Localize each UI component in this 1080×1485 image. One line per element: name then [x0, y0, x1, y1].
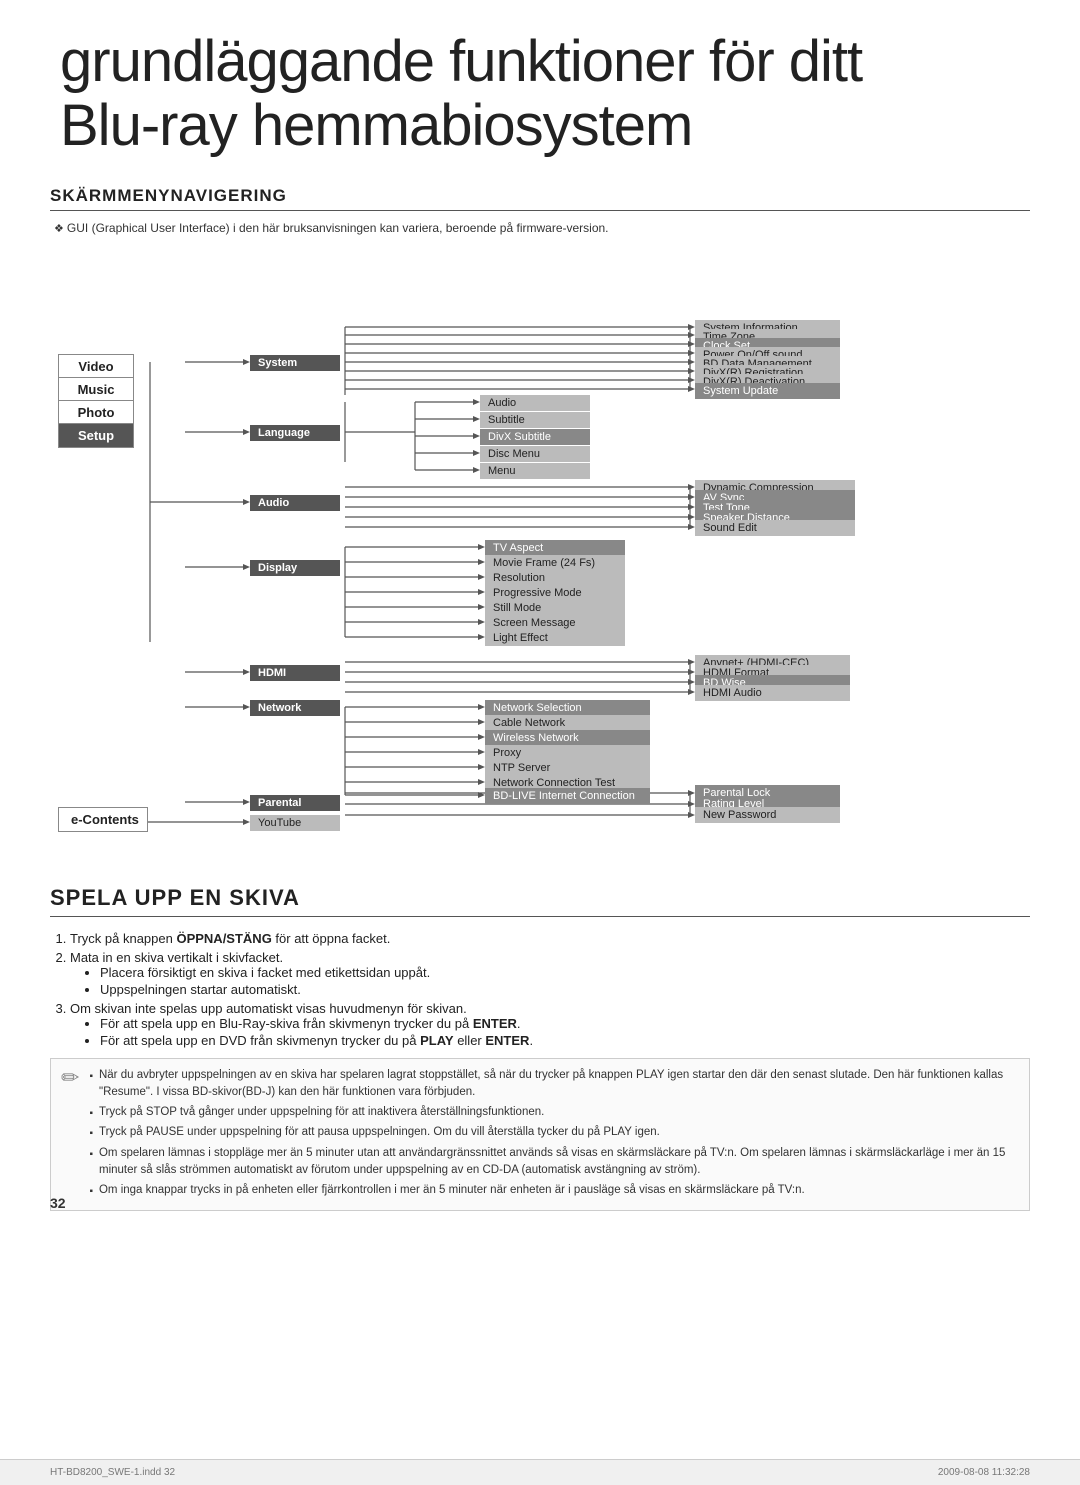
note-3: Tryck på PAUSE under uppspelning för att…: [89, 1124, 1019, 1141]
section1-heading: SKÄRMMENYNAVIGERING: [50, 186, 1030, 211]
menu-wireless: Wireless Network: [485, 730, 650, 746]
menu-cable-net: Cable Network: [485, 715, 650, 731]
menu-display: Display: [250, 560, 340, 576]
nav-econtents[interactable]: e-Contents: [58, 807, 148, 832]
note-4: Om spelaren lämnas i stoppläge mer än 5 …: [89, 1145, 1019, 1180]
menu-screen-msg: Screen Message: [485, 615, 625, 631]
menu-bdlive: BD-LIVE Internet Connection: [485, 788, 650, 804]
menu-network: Network: [250, 700, 340, 716]
nav-setup[interactable]: Setup: [58, 423, 134, 448]
menu-audio-sub: Audio: [480, 395, 590, 411]
step-2: Mata in en skiva vertikalt i skivfacket.…: [70, 950, 1030, 997]
nav-music[interactable]: Music: [58, 377, 134, 402]
step-2a: Placera försiktigt en skiva i facket med…: [100, 965, 1030, 980]
menu-parental: Parental: [250, 795, 340, 811]
menu-tv-aspect: TV Aspect: [485, 540, 625, 556]
nav-photo[interactable]: Photo: [58, 400, 134, 425]
menu-language: Language: [250, 425, 340, 441]
menu-still-mode: Still Mode: [485, 600, 625, 616]
note-box: ✏ När du avbryter uppspelningen av en sk…: [50, 1058, 1030, 1212]
menu-disc-menu: Disc Menu: [480, 446, 590, 462]
menu-diagram: Video Music Photo Setup e-Contents Syste…: [50, 247, 1030, 867]
note-5: Om inga knappar trycks in på enheten ell…: [89, 1182, 1019, 1199]
note-2: Tryck på STOP två gånger under uppspelni…: [89, 1104, 1019, 1121]
menu-ntp-server: NTP Server: [485, 760, 650, 776]
menu-net-sel: Network Selection: [485, 700, 650, 716]
menu-youtube: YouTube: [250, 815, 340, 831]
step-2b: Uppspelningen startar automatiskt.: [100, 982, 1030, 997]
note-1: När du avbryter uppspelningen av en skiv…: [89, 1067, 1019, 1102]
footer-bar: HT-BD8200_SWE-1.indd 32 2009-08-08 11:32…: [0, 1459, 1080, 1485]
nav-video[interactable]: Video: [58, 354, 134, 379]
menu-movie-frame: Movie Frame (24 Fs): [485, 555, 625, 571]
instructions-block: Tryck på knappen ÖPPNA/STÄNG för att öpp…: [50, 931, 1030, 1048]
menu-proxy: Proxy: [485, 745, 650, 761]
menu-sound-edit: Sound Edit: [695, 520, 855, 536]
note-lines: När du avbryter uppspelningen av en skiv…: [89, 1067, 1019, 1203]
step-1: Tryck på knappen ÖPPNA/STÄNG för att öpp…: [70, 931, 1030, 946]
step-3: Om skivan inte spelas upp automatiskt vi…: [70, 1001, 1030, 1048]
page-title: grundläggande funktioner för ditt Blu-ra…: [60, 30, 1030, 158]
menu-progressive: Progressive Mode: [485, 585, 625, 601]
gui-note: GUI (Graphical User Interface) i den här…: [54, 221, 1030, 235]
menu-hdmi: HDMI: [250, 665, 340, 681]
footer-date: 2009-08-08 11:32:28: [938, 1467, 1030, 1478]
menu-hdmi-audio: HDMI Audio: [695, 685, 850, 701]
menu-light-effect: Light Effect: [485, 630, 625, 646]
menu-new-password: New Password: [695, 807, 840, 823]
menu-system-update: System Update: [695, 383, 840, 399]
step-3b: För att spela upp en DVD från skivmenyn …: [100, 1033, 1030, 1048]
section2-heading: SPELA UPP EN SKIVA: [50, 885, 1030, 917]
menu-menu: Menu: [480, 463, 590, 479]
menu-resolution: Resolution: [485, 570, 625, 586]
menu-subtitle: Subtitle: [480, 412, 590, 428]
menu-system: System: [250, 355, 340, 371]
menu-divx-subtitle: DivX Subtitle: [480, 429, 590, 445]
footer-file: HT-BD8200_SWE-1.indd 32: [50, 1467, 175, 1478]
menu-audio: Audio: [250, 495, 340, 511]
page-number: 32: [50, 1195, 66, 1211]
note-icon: ✏: [61, 1065, 79, 1091]
step-3a: För att spela upp en Blu-Ray-skiva från …: [100, 1016, 1030, 1031]
